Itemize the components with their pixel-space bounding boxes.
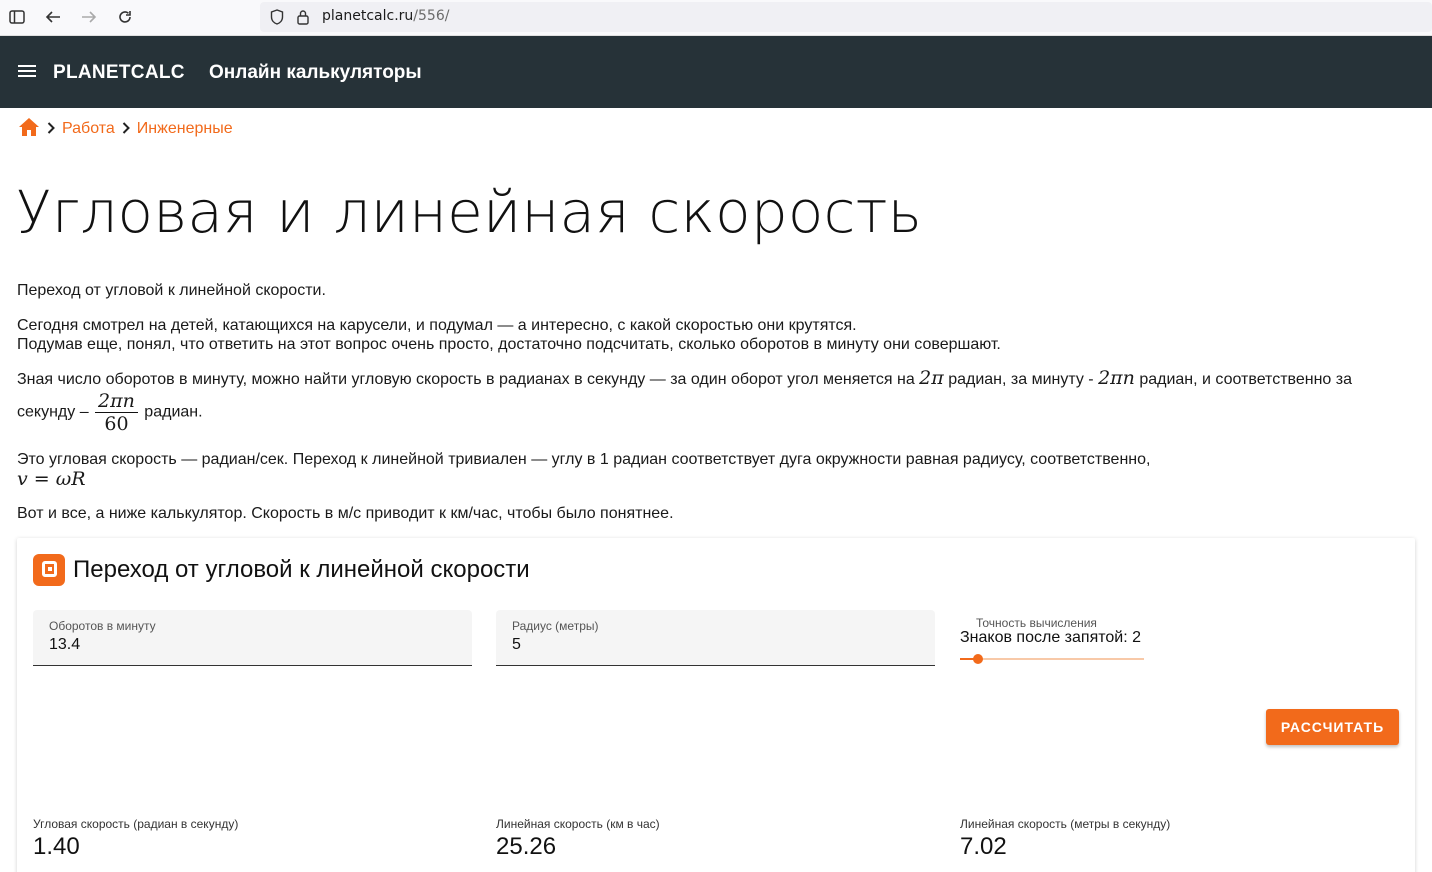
brand-logo-text[interactable]: PLANETCALC (53, 62, 185, 84)
formula-text-b: радиан, за минуту - (943, 371, 1099, 388)
radius-label: Радиус (метры) (512, 619, 599, 633)
precision-label: Точность вычисления (976, 616, 1097, 630)
result-label: Линейная скорость (км в час) (496, 817, 660, 831)
precision-slider[interactable] (960, 653, 1144, 665)
calculate-button[interactable]: РАССЧИТАТЬ (1266, 709, 1399, 745)
page-title: Угловая и линейная скорость (16, 178, 923, 246)
math-2pin: 2πn (1098, 367, 1135, 389)
calculator-card: Переход от угловой к линейной скорости О… (17, 538, 1415, 872)
fraction-denominator: 60 (104, 413, 129, 435)
lock-icon[interactable] (292, 6, 314, 28)
math-2pi: 2π (919, 367, 944, 389)
breadcrumb-item-work[interactable]: Работа (62, 120, 115, 138)
intro-paragraph: Переход от угловой к линейной скорости. (17, 282, 326, 299)
rpm-field[interactable]: Оборотов в минуту (33, 610, 472, 666)
url-host: planetcalc.ru (322, 8, 414, 24)
formula-text-e: радиан. (139, 403, 203, 421)
breadcrumb-item-engineering[interactable]: Инженерные (137, 120, 233, 138)
back-icon[interactable] (42, 6, 64, 28)
breadcrumb: Работа Инженерные (18, 117, 233, 142)
planetcalc-logo-icon (33, 554, 65, 586)
formula-text-a: Зная число оборотов в минуту, можно найт… (17, 371, 920, 388)
chevron-right-icon (122, 121, 130, 137)
radius-input[interactable] (512, 634, 912, 656)
linear-text: Это угловая скорость — радиан/сек. Перех… (17, 451, 1151, 468)
outro-paragraph: Вот и все, а ниже калькулятор. Скорость … (17, 505, 674, 522)
story-paragraph: Сегодня смотрел на детей, катающихся на … (17, 316, 1417, 354)
shield-icon[interactable] (266, 6, 288, 28)
url-path: /556/ (413, 8, 450, 24)
result-linear-ms: Линейная скорость (метры в секунду) 7.02 (960, 817, 1170, 861)
radius-field[interactable]: Радиус (метры) (496, 610, 935, 666)
formula-text-d: секунду – (17, 403, 94, 421)
rpm-input[interactable] (49, 634, 449, 656)
reload-icon[interactable] (114, 6, 136, 28)
menu-icon[interactable] (18, 62, 40, 82)
forward-icon[interactable] (78, 6, 100, 28)
precision-value: Знаков после запятой: 2 (960, 629, 1141, 646)
result-value: 1.40 (33, 833, 80, 860)
url-text[interactable]: planetcalc.ru/556/ (322, 8, 449, 24)
chevron-right-icon (47, 121, 55, 137)
sidebar-icon[interactable] (6, 6, 28, 28)
header-subtitle[interactable]: Онлайн калькуляторы (209, 62, 422, 84)
home-icon[interactable] (18, 117, 40, 142)
result-angular-speed: Угловая скорость (радиан в секунду) 1.40 (33, 817, 238, 861)
result-linear-kmh: Линейная скорость (км в час) 25.26 (496, 817, 660, 861)
math-v-omega-r: v = ωR (17, 468, 86, 490)
slider-thumb[interactable] (973, 654, 983, 664)
story-line-1: Сегодня смотрел на детей, катающихся на … (17, 317, 857, 334)
calculator-title: Переход от угловой к линейной скорости (73, 556, 530, 583)
app-header: PLANETCALC Онлайн калькуляторы (0, 36, 1432, 108)
linear-paragraph: Это угловая скорость — радиан/сек. Перех… (17, 450, 1417, 489)
result-value: 7.02 (960, 833, 1007, 860)
fraction-numerator: 2πn (95, 390, 138, 413)
slider-track[interactable] (960, 658, 1144, 660)
result-label: Угловая скорость (радиан в секунду) (33, 817, 239, 831)
story-line-2: Подумав еще, понял, что ответить на этот… (17, 336, 1001, 353)
result-value: 25.26 (496, 833, 557, 860)
formula-paragraph: Зная число оборотов в минуту, можно найт… (17, 367, 1417, 436)
rpm-label: Оборотов в минуту (49, 619, 156, 633)
math-fraction: 2πn 60 (95, 390, 138, 435)
result-label: Линейная скорость (метры в секунду) (960, 817, 1171, 831)
browser-toolbar: planetcalc.ru/556/ (0, 0, 1432, 36)
formula-text-c: радиан, и соответственно за (1134, 371, 1352, 388)
